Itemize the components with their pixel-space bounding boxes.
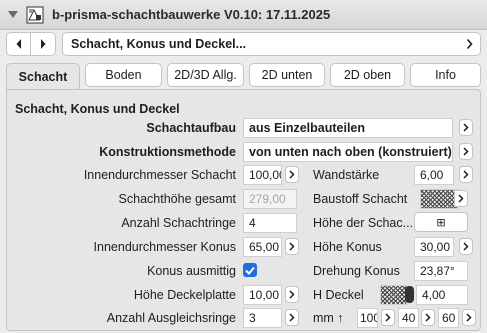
tab-2d-oben[interactable]: 2D oben [330, 63, 405, 87]
schachtaufbau-select[interactable]: aus Einzelbauteilen [243, 118, 453, 138]
chevron-left-icon [16, 39, 21, 49]
chevron-right-icon [466, 313, 472, 322]
back-button[interactable] [6, 32, 31, 56]
hoehe-konus-input[interactable]: 30,00 [414, 237, 454, 257]
innendurchmesser-konus-label: Innendurchmesser Konus [93, 240, 236, 254]
baustoff-schacht-arrow-button[interactable] [454, 190, 468, 207]
innendurchmesser-konus-arrow-button[interactable] [285, 238, 299, 255]
anzahl-schachtringe-input[interactable]: 4 [243, 213, 297, 233]
hoehe-der-schacht-label: Höhe der Schac... [313, 216, 414, 230]
schachthoehe-gesamt-label: Schachthöhe gesamt [118, 192, 236, 206]
h-deckel-input[interactable]: 4,00 [416, 285, 468, 305]
app-icon [26, 6, 44, 23]
chevron-right-icon [289, 290, 295, 299]
konus-ausmittig-checkbox[interactable] [243, 263, 257, 277]
anzahl-schachtringe-label: Anzahl Schachtringe [121, 216, 236, 230]
mm-arrow-button-1[interactable] [381, 309, 395, 326]
hoehe-deckelplatte-arrow-button[interactable] [285, 286, 299, 303]
collapse-triangle-icon[interactable] [8, 11, 18, 18]
innendurchmesser-schacht-label: Innendurchmesser Schacht [83, 168, 236, 182]
tab-2d-unten[interactable]: 2D unten [249, 63, 325, 87]
tab-boden[interactable]: Boden [85, 63, 162, 87]
chevron-right-icon [458, 194, 464, 203]
mm-label: mm ↑ [313, 311, 344, 325]
drehung-konus-label: Drehung Konus [313, 264, 400, 278]
title-bar: b-prisma-schachtbauwerke V0.10: 17.11.20… [0, 0, 487, 30]
chevron-right-icon [289, 170, 295, 179]
innendurchmesser-schacht-input[interactable]: 100,00 [243, 165, 282, 185]
schachtaufbau-label: Schachtaufbau [146, 121, 236, 135]
h-deckel-swatch[interactable] [380, 285, 407, 305]
hoehe-deckelplatte-label: Höhe Deckelplatte [133, 288, 236, 302]
wandstaerke-label: Wandstärke [313, 168, 380, 182]
mm-input-1[interactable]: 100 [357, 308, 378, 328]
chevron-right-icon [463, 123, 469, 132]
mm-input-3[interactable]: 60 [438, 308, 459, 328]
forward-button[interactable] [31, 32, 56, 56]
schachthoehe-gesamt-input: 279,00 [243, 189, 297, 209]
chevron-right-icon [41, 39, 46, 49]
konus-ausmittig-label: Konus ausmittig [147, 264, 236, 278]
schachtaufbau-arrow-button[interactable] [459, 119, 473, 136]
innendurchmesser-schacht-arrow-button[interactable] [285, 166, 299, 183]
wandstaerke-input[interactable]: 6,00 [414, 165, 454, 185]
chevron-right-icon [289, 242, 295, 251]
checkmark-icon [245, 266, 255, 275]
tab-bar: Schacht Boden 2D/3D Allg. 2D unten 2D ob… [6, 63, 481, 90]
mm-arrow-button-2[interactable] [421, 309, 435, 326]
chevron-right-icon [463, 242, 469, 251]
tab-2d3d-allg[interactable]: 2D/3D Allg. [167, 63, 244, 87]
mm-input-2[interactable]: 40 [398, 308, 419, 328]
anzahl-ausgleichsringe-label: Anzahl Ausgleichsringe [106, 311, 236, 325]
breadcrumb-dropdown[interactable]: Schacht, Konus und Deckel... [62, 32, 481, 56]
konstruktionsmethode-label: Konstruktionsmethode [99, 145, 236, 159]
chevron-right-icon [425, 313, 431, 322]
baustoff-schacht-label: Baustoff Schacht [313, 192, 408, 206]
tab-schacht[interactable]: Schacht [6, 63, 80, 90]
drehung-konus-input[interactable]: 23,87° [414, 261, 468, 281]
window-title: b-prisma-schachtbauwerke V0.10: 17.11.20… [52, 7, 331, 22]
innendurchmesser-konus-input[interactable]: 65,00 [243, 237, 282, 257]
h-deckel-label: H Deckel [313, 288, 364, 302]
section-title: Schacht, Konus und Deckel [15, 102, 180, 116]
chevron-right-icon [463, 147, 469, 156]
h-deckel-swatch-handle[interactable] [405, 286, 414, 303]
anzahl-ausgleichsringe-input[interactable]: 3 [243, 308, 282, 328]
hoehe-der-schacht-button[interactable]: ⊞ [414, 212, 468, 232]
chevron-right-icon [289, 313, 295, 322]
mm-arrow-button-3[interactable] [462, 309, 476, 326]
konstruktionsmethode-select[interactable]: von unten nach oben (konstruiert) [243, 142, 453, 162]
konstruktionsmethode-arrow-button[interactable] [459, 143, 473, 160]
anzahl-ausgleichsringe-arrow-button[interactable] [285, 309, 299, 326]
hoehe-konus-arrow-button[interactable] [459, 238, 473, 255]
wandstaerke-arrow-button[interactable] [459, 166, 473, 183]
baustoff-schacht-swatch[interactable] [420, 189, 458, 209]
breadcrumb-label: Schacht, Konus und Deckel... [71, 37, 247, 51]
tab-info[interactable]: Info [410, 63, 481, 87]
chevron-right-icon [463, 170, 469, 179]
chevron-right-icon [385, 313, 391, 322]
hoehe-konus-label: Höhe Konus [313, 240, 382, 254]
chevron-right-icon [466, 38, 473, 50]
hoehe-deckelplatte-input[interactable]: 10,00 [243, 285, 282, 305]
nav-buttons [6, 32, 56, 58]
